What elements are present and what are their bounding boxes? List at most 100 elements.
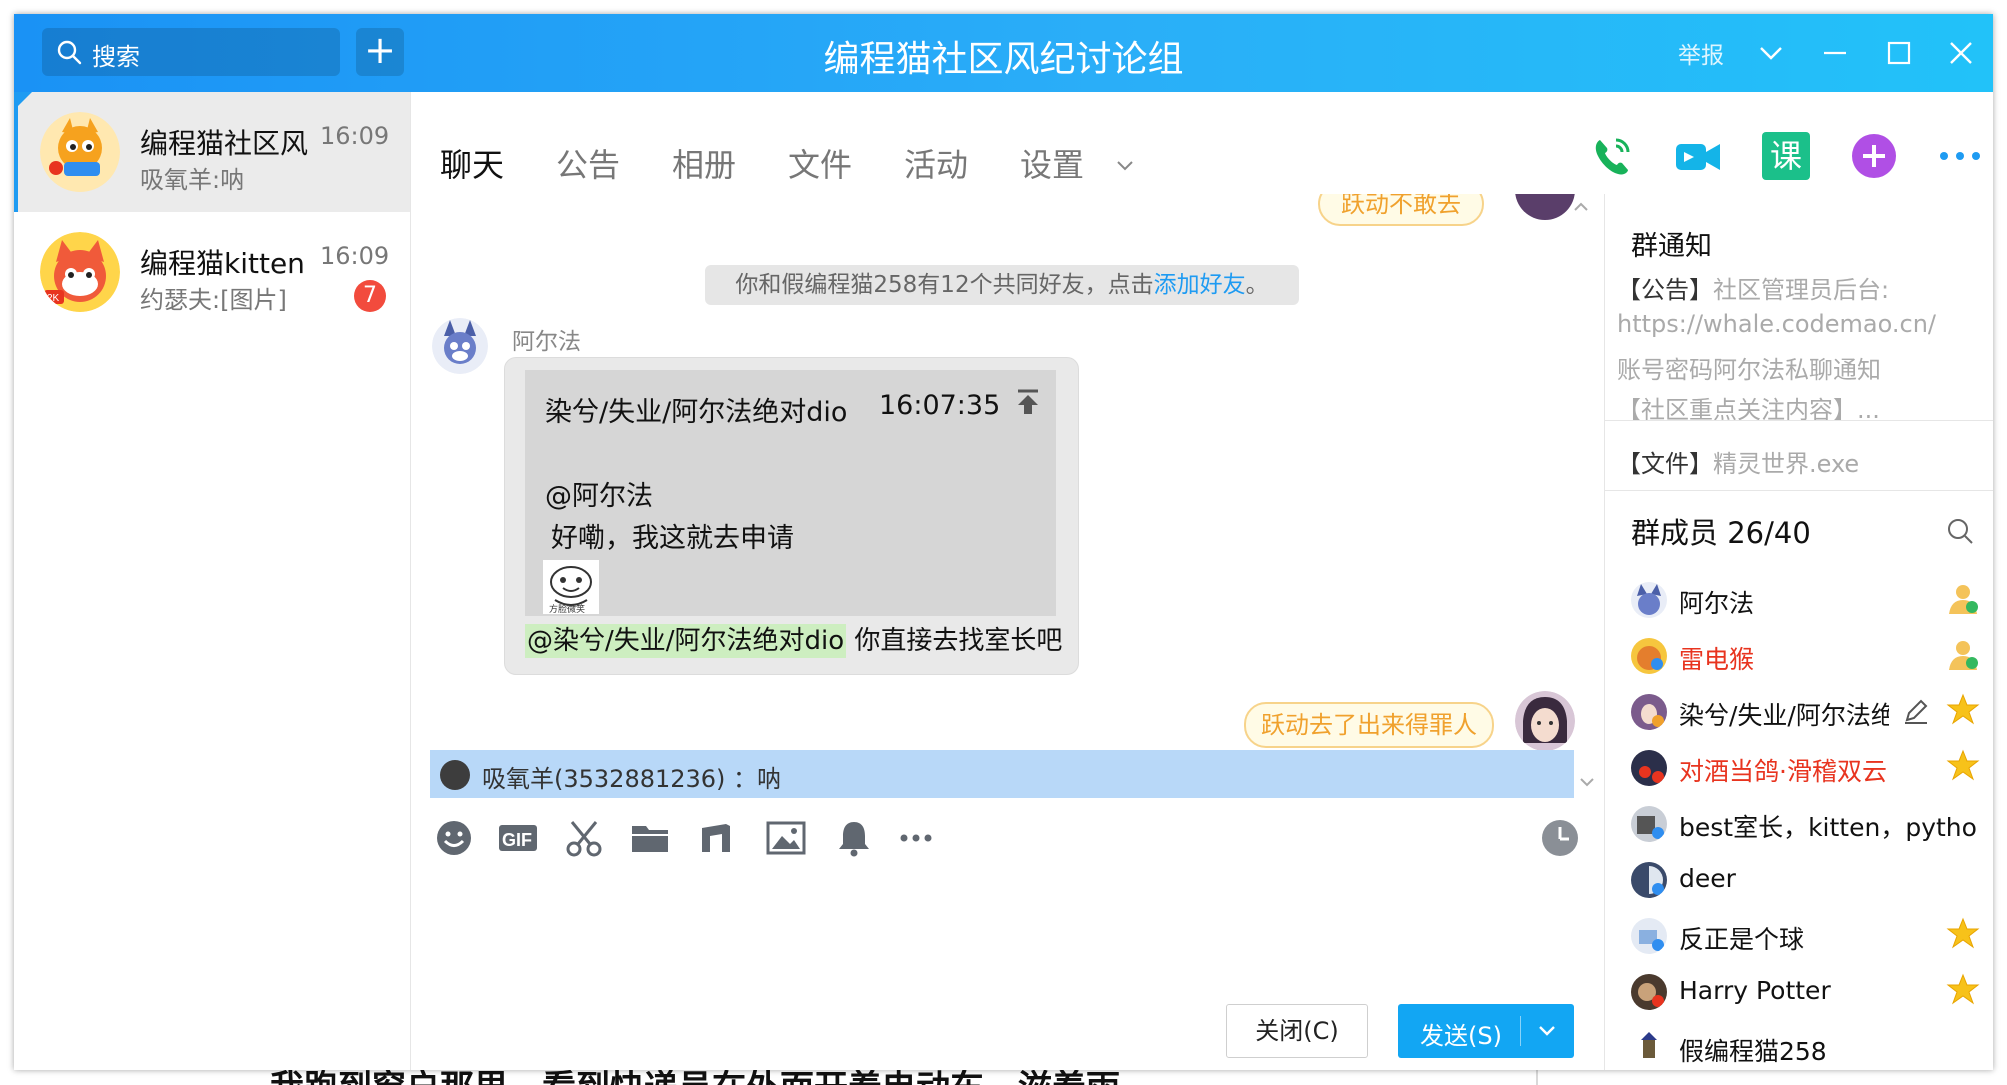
message-bubble[interactable]: 跃动去了出来得罪人 bbox=[1244, 702, 1494, 748]
add-button[interactable]: + bbox=[356, 28, 404, 76]
member-name: Harry Potter bbox=[1679, 976, 1831, 1005]
member-item[interactable]: 阿尔法 bbox=[1631, 576, 1991, 626]
member-item[interactable]: 染兮/失业/阿尔法绝对dio bbox=[1631, 688, 1991, 738]
tab-files[interactable]: 文件 bbox=[788, 140, 852, 186]
system-notice-text: 你和假编程猫258有12个共同好友，点击 bbox=[735, 272, 1154, 298]
chevron-down-icon[interactable] bbox=[1578, 774, 1596, 792]
admin-icon bbox=[1949, 585, 1978, 614]
tab-chat[interactable]: 聊天 bbox=[440, 140, 504, 186]
system-notice: 你和假编程猫258有12个共同好友，点击添加好友。 bbox=[705, 265, 1299, 305]
gif-icon[interactable]: GIF bbox=[498, 818, 538, 858]
member-item[interactable]: deer bbox=[1631, 856, 1991, 906]
conversation-time: 16:09 bbox=[320, 242, 390, 270]
reply-preview-bar[interactable]: 吸氧羊(3532881236) ：呐 bbox=[430, 750, 1574, 798]
send-button[interactable]: 发送(S) bbox=[1398, 1004, 1574, 1058]
jump-to-top-icon[interactable] bbox=[1015, 388, 1041, 416]
avatar[interactable] bbox=[432, 318, 488, 374]
member-item[interactable]: best室长，kitten，python， bbox=[1631, 800, 1991, 850]
member-item[interactable]: 对酒当鸽·滑稽双云 bbox=[1631, 744, 1991, 794]
close-chat-button[interactable]: 关闭(C) bbox=[1226, 1004, 1368, 1058]
message-area: 跃动不敢去 你和假编程猫258有12个共同好友，点击添加好友。 阿尔法 染兮/失… bbox=[412, 194, 1590, 764]
reply-preview-text: 吸氧羊(3532881236) ：呐 bbox=[482, 765, 782, 793]
message-bubble[interactable]: 染兮/失业/阿尔法绝对dio 16:07:35 @阿尔法 好嘞，我这就去申请 方… bbox=[504, 357, 1079, 675]
close-icon[interactable] bbox=[1944, 36, 1978, 70]
history-clock-icon[interactable] bbox=[1540, 818, 1580, 858]
chevron-down-icon[interactable] bbox=[1534, 1017, 1560, 1043]
edit-icon[interactable] bbox=[1901, 696, 1931, 726]
notice-line[interactable]: https://whale.codemao.cn/ bbox=[1617, 310, 1936, 338]
file-notice[interactable]: 【文件】精灵世界.exe bbox=[1617, 444, 1859, 479]
tab-announcement[interactable]: 公告 bbox=[556, 140, 620, 186]
avatar bbox=[440, 760, 470, 790]
svg-text:2K: 2K bbox=[47, 293, 60, 304]
notice-line[interactable]: 账号密码阿尔法私聊通知 bbox=[1617, 350, 1881, 385]
music-icon[interactable] bbox=[696, 818, 736, 858]
bell-icon[interactable] bbox=[834, 818, 874, 858]
minimize-icon[interactable] bbox=[1818, 36, 1852, 70]
notice-text: 社区管理员后台: bbox=[1713, 276, 1890, 304]
avatar bbox=[1631, 750, 1667, 786]
avatar bbox=[1631, 862, 1667, 898]
send-button-label: 发送(S) bbox=[1420, 1022, 1502, 1050]
avatar[interactable] bbox=[1515, 691, 1575, 751]
search-placeholder: 搜索 bbox=[92, 43, 140, 71]
more-icon[interactable] bbox=[1936, 132, 1984, 180]
more-icon[interactable] bbox=[896, 818, 936, 858]
file-name: 精灵世界.exe bbox=[1713, 450, 1860, 478]
maximize-icon[interactable] bbox=[1882, 36, 1916, 70]
quote-mention: @阿尔法 bbox=[545, 481, 653, 512]
scrollbar[interactable] bbox=[1572, 194, 1590, 764]
folder-icon[interactable] bbox=[630, 818, 670, 858]
member-name: deer bbox=[1679, 864, 1736, 893]
member-name: 雷电猴 bbox=[1679, 645, 1755, 674]
chat-window: 搜索 + 编程猫社区风纪讨论组 举报 编程猫社区风 16:09 吸氧羊:呐 2K… bbox=[14, 14, 1993, 1070]
mention-tag[interactable]: @染兮/失业/阿尔法绝对dio bbox=[525, 624, 847, 658]
search-icon[interactable] bbox=[1945, 516, 1975, 546]
sender-name: 阿尔法 bbox=[512, 329, 581, 355]
image-icon[interactable] bbox=[766, 818, 806, 858]
notice-title: 群通知 bbox=[1631, 231, 1712, 262]
plus-icon[interactable] bbox=[1850, 132, 1898, 180]
conversation-list: 编程猫社区风纪讨论组 16:09 吸氧羊:呐 2K 编程猫kitten bbox=[14, 92, 411, 1070]
divider bbox=[1605, 420, 1993, 421]
star-icon bbox=[1946, 749, 1980, 781]
quote-time: 16:07:35 bbox=[879, 390, 1001, 421]
member-item[interactable]: 假编程猫258 bbox=[1631, 1024, 1991, 1070]
member-item[interactable]: 反正是个球 bbox=[1631, 912, 1991, 962]
member-name: 假编程猫258 bbox=[1679, 1037, 1827, 1066]
member-item[interactable]: 雷电猴 bbox=[1631, 632, 1991, 682]
avatar bbox=[40, 112, 120, 192]
add-friend-link[interactable]: 添加好友 bbox=[1154, 272, 1246, 298]
tab-settings[interactable]: 设置 bbox=[1020, 140, 1084, 186]
video-icon[interactable] bbox=[1674, 132, 1722, 180]
member-name: 反正是个球 bbox=[1679, 925, 1805, 954]
notice-line[interactable]: 【公告】社区管理员后台: bbox=[1617, 270, 1889, 305]
phone-icon[interactable] bbox=[1588, 132, 1636, 180]
background-document: 我跑到窗户那里，看到快递员在外面开着电动车，滋着雨 bbox=[0, 1070, 2007, 1085]
emoji-icon[interactable] bbox=[434, 818, 474, 858]
chevron-down-icon[interactable] bbox=[1754, 36, 1788, 70]
member-name: 阿尔法 bbox=[1679, 589, 1755, 618]
search-icon bbox=[57, 40, 82, 65]
notice-tag: 【公告】 bbox=[1617, 276, 1713, 304]
member-name: 染兮/失业/阿尔法绝对dio bbox=[1679, 701, 1889, 730]
active-corner-marker bbox=[14, 92, 32, 110]
sticker-image[interactable]: 方脸微笑 bbox=[543, 560, 599, 615]
message-text: @染兮/失业/阿尔法绝对dio 你直接去找室长吧 bbox=[525, 620, 1062, 658]
unread-badge: 7 bbox=[354, 280, 386, 312]
lesson-icon[interactable]: 课 bbox=[1762, 132, 1810, 180]
tab-album[interactable]: 相册 bbox=[672, 140, 736, 186]
conversation-item[interactable]: 2K 编程猫kitten 16:09 约瑟夫:[图片] 7 bbox=[14, 212, 410, 332]
quoted-message[interactable]: 染兮/失业/阿尔法绝对dio 16:07:35 @阿尔法 好嘞，我这就去申请 方… bbox=[525, 370, 1056, 616]
members-title: 群成员 26/40 bbox=[1631, 516, 1811, 550]
scissors-icon[interactable] bbox=[564, 818, 604, 858]
report-button[interactable]: 举报 bbox=[1678, 36, 1724, 70]
avatar bbox=[1631, 806, 1667, 842]
star-icon bbox=[1946, 693, 1980, 725]
star-icon bbox=[1946, 917, 1980, 949]
member-item[interactable]: Harry Potter bbox=[1631, 968, 1991, 1018]
search-input[interactable]: 搜索 bbox=[42, 28, 340, 76]
conversation-item[interactable]: 编程猫社区风纪讨论组 16:09 吸氧羊:呐 bbox=[14, 92, 410, 212]
tab-activity[interactable]: 活动 bbox=[904, 140, 968, 186]
chevron-down-icon[interactable] bbox=[1114, 154, 1136, 176]
